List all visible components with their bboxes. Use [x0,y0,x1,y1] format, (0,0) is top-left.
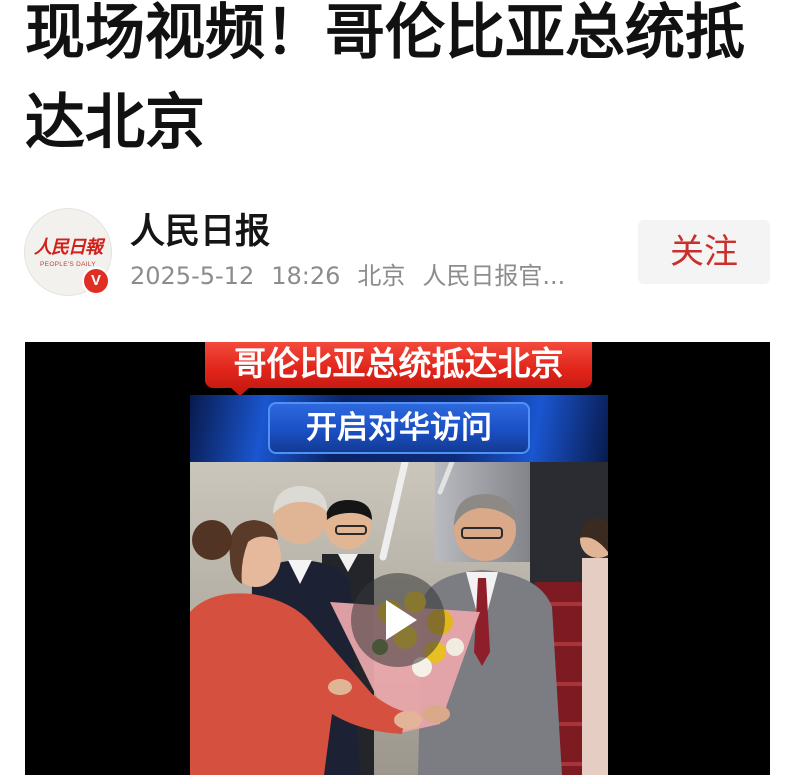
verified-badge-icon: V [82,267,110,295]
white-flower [446,638,464,656]
hand [328,679,352,695]
video-frame[interactable]: 哥伦比亚总统抵达北京 开启对华访问 [190,342,608,775]
article-title: 现场视频！哥伦比亚总统抵达北京 [25,0,745,158]
follow-button[interactable]: 关注 [638,220,770,284]
hand [394,711,422,729]
publish-location: 北京 [357,262,406,290]
play-icon[interactable] [386,600,417,640]
publish-time: 18:26 [271,262,341,290]
hand [422,705,450,723]
publish-source: 人民日报官... [422,262,566,290]
play-button[interactable] [351,573,445,667]
hair-bun [192,520,232,560]
video-title-banner: 哥伦比亚总统抵达北京 [205,342,592,388]
video-subtitle-banner: 开启对华访问 [190,395,608,462]
publish-date: 2025-5-12 [130,262,255,290]
article-meta: 2025-5-12 18:26 北京 人民日报官... [130,261,582,291]
video-subtitle-text: 开启对华访问 [268,402,530,454]
avatar-logo-text: 人民日報 [34,237,103,258]
video-player[interactable]: 哥伦比亚总统抵达北京 开启对华访问 [25,342,770,775]
author-name[interactable]: 人民日报 [130,211,270,253]
person-body [582,558,608,775]
